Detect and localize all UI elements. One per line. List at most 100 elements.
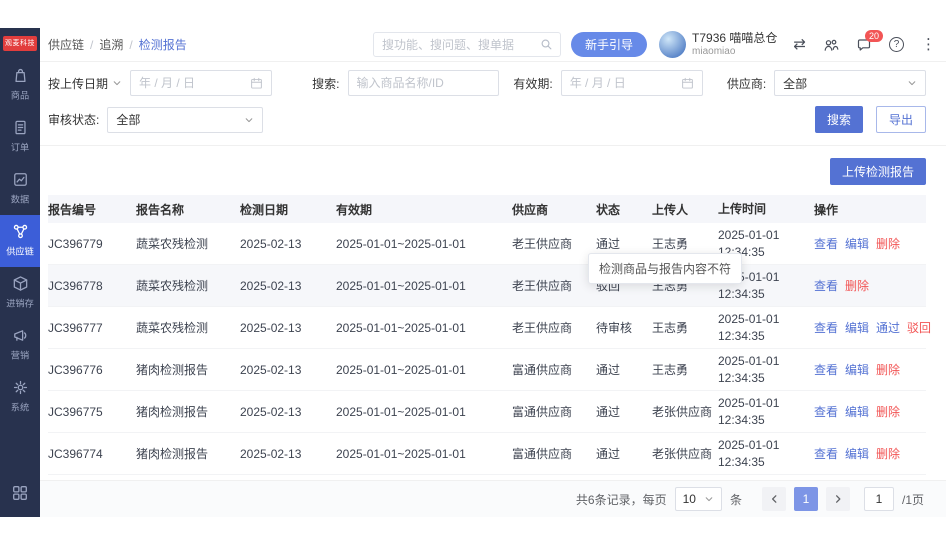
upload-date: 2025-01-01 [718,396,780,411]
user-account[interactable]: T7936 喵喵总仓 miaomiao [659,31,777,58]
search-button[interactable]: 搜索 [814,106,863,133]
sidebar-item-orders[interactable]: 订单 [0,111,40,163]
col-status: 状态 [596,202,621,217]
edit-link[interactable]: 编辑 [845,445,869,462]
table-header-row: 报告编号 报告名称 检测日期 有效期 供应商 状态 上传人 上传时间 操作 [48,195,926,223]
system-icon [13,380,27,395]
date-type-dropdown[interactable]: 按上传日期 [48,75,122,92]
col-validity: 有效期 [336,202,373,217]
inspect-date: 2025-02-13 [240,236,302,251]
upload-report-button[interactable]: 上传检测报告 [829,158,926,185]
validity-range: 2025-01-01~2025-01-01 [336,236,466,251]
supplier-name: 富通供应商 [512,405,573,419]
table-toolbar: 上传检测报告 [48,152,926,195]
apps-grid-icon[interactable] [11,484,29,507]
global-search-input[interactable] [382,37,535,52]
table-row[interactable]: JC396775 猪肉检测报告 2025-02-13 2025-01-01~20… [48,391,926,433]
status-text: 待审核 [596,321,633,335]
sidebar-item-marketing[interactable]: 营销 [0,319,40,371]
product-search-box[interactable] [347,70,500,96]
view-link[interactable]: 查看 [814,277,838,294]
switch-store-icon[interactable]: ⇄ [793,37,806,52]
upload-date-input[interactable] [130,70,273,96]
messages-icon[interactable]: 20 [856,29,884,53]
view-link[interactable]: 查看 [814,361,838,378]
chevron-down-icon [907,79,917,87]
table-row[interactable]: JC396777 蔬菜农残检测 2025-02-13 2025-01-01~20… [48,307,931,349]
inventory-icon [13,276,27,291]
uploader-name: 老张供应商 [652,447,713,461]
current-page-button[interactable]: 1 [793,487,818,511]
status-select[interactable]: 全部 [107,106,264,133]
view-link[interactable]: 查看 [814,445,838,462]
date-type-label: 按上传日期 [48,76,109,91]
validity-range: 2025-01-01~2025-01-01 [336,320,466,335]
col-inspect-date: 检测日期 [240,202,289,217]
sidebar-item-goods[interactable]: 商品 [0,59,40,111]
kebab-menu-icon[interactable]: ⋮ [921,37,936,52]
supply-chain-icon [13,224,27,239]
contacts-icon[interactable] [823,37,839,53]
delete-link[interactable]: 删除 [876,235,900,252]
breadcrumb-supply-chain[interactable]: 供应链 [48,36,84,53]
approve-link[interactable]: 通过 [876,319,900,336]
export-button[interactable]: 导出 [875,106,926,133]
sidebar-item-system[interactable]: 系统 [0,371,40,423]
supplier-name: 老王供应商 [512,279,573,293]
breadcrumb-separator: / [90,37,94,52]
table-row[interactable]: JC396779 蔬菜农残检测 2025-02-13 2025-01-01~20… [48,223,926,265]
table-row[interactable]: JC396774 猪肉检测报告 2025-02-13 2025-01-01~20… [48,433,926,475]
report-table-section: 上传检测报告 报告编号 报告名称 检测日期 有效期 供应商 状态 上传人 上传时… [40,146,946,480]
app-window: 观麦科技 商品 订单 数据 供应链 进销存 营销 系统 供应链 / 追溯 / 检… [0,28,946,517]
delete-link[interactable]: 删除 [876,403,900,420]
page-size-select[interactable]: 10 [674,487,722,511]
upload-date: 2025-01-01 [718,312,780,327]
sidebar-item-data[interactable]: 数据 [0,163,40,215]
message-count-badge: 20 [865,29,884,42]
table-row[interactable]: JC396778 蔬菜农残检测 2025-02-13 2025-01-01~20… [48,265,926,307]
sidebar-item-inventory[interactable]: 进销存 [0,267,40,319]
validity-range: 2025-01-01~2025-01-01 [336,278,466,293]
view-link[interactable]: 查看 [814,403,838,420]
validity-date-input[interactable] [560,70,703,96]
edit-link[interactable]: 编辑 [845,319,869,336]
sidebar-item-supply-chain[interactable]: 供应链 [0,215,40,267]
inspect-date: 2025-02-13 [240,362,302,377]
page-size-value: 10 [682,492,696,506]
col-uploader: 上传人 [652,202,689,217]
global-search-box[interactable] [373,32,562,57]
page-jump-input[interactable] [863,487,894,511]
breadcrumb-current-page: 检测报告 [138,38,187,52]
table-row[interactable]: JC396776 猪肉检测报告 2025-02-13 2025-01-01~20… [48,349,926,391]
delete-link[interactable]: 删除 [876,361,900,378]
edit-link[interactable]: 编辑 [845,403,869,420]
next-page-button[interactable] [825,487,850,511]
breadcrumb-separator: / [129,37,133,52]
prev-page-button[interactable] [761,487,786,511]
sidebar-item-label: 订单 [10,143,30,154]
view-link[interactable]: 查看 [814,319,838,336]
marketing-icon [13,330,26,341]
delete-link[interactable]: 删除 [845,277,869,294]
total-pages-label: /1页 [901,492,924,507]
chevron-down-icon [112,79,122,87]
validity-date-field[interactable] [569,76,670,90]
orders-icon [14,120,26,135]
newbie-guide-button[interactable]: 新手引导 [571,32,648,57]
row-actions: 查看 编辑 删除 [810,361,926,378]
upload-date-field[interactable] [139,76,240,90]
help-icon[interactable]: ? [889,37,904,52]
inspect-date: 2025-02-13 [240,320,302,335]
product-search-input[interactable] [356,76,491,90]
supplier-select[interactable]: 全部 [774,70,927,96]
edit-link[interactable]: 编辑 [845,361,869,378]
edit-link[interactable]: 编辑 [845,235,869,252]
delete-link[interactable]: 删除 [876,445,900,462]
avatar[interactable] [659,31,687,58]
view-link[interactable]: 查看 [814,235,838,252]
breadcrumb-trace[interactable]: 追溯 [99,36,123,53]
filter-actions: 搜索 导出 [814,106,926,133]
report-id: JC396777 [48,320,103,335]
reject-link[interactable]: 驳回 [907,319,931,336]
row-actions: 查看 删除 [810,277,926,294]
